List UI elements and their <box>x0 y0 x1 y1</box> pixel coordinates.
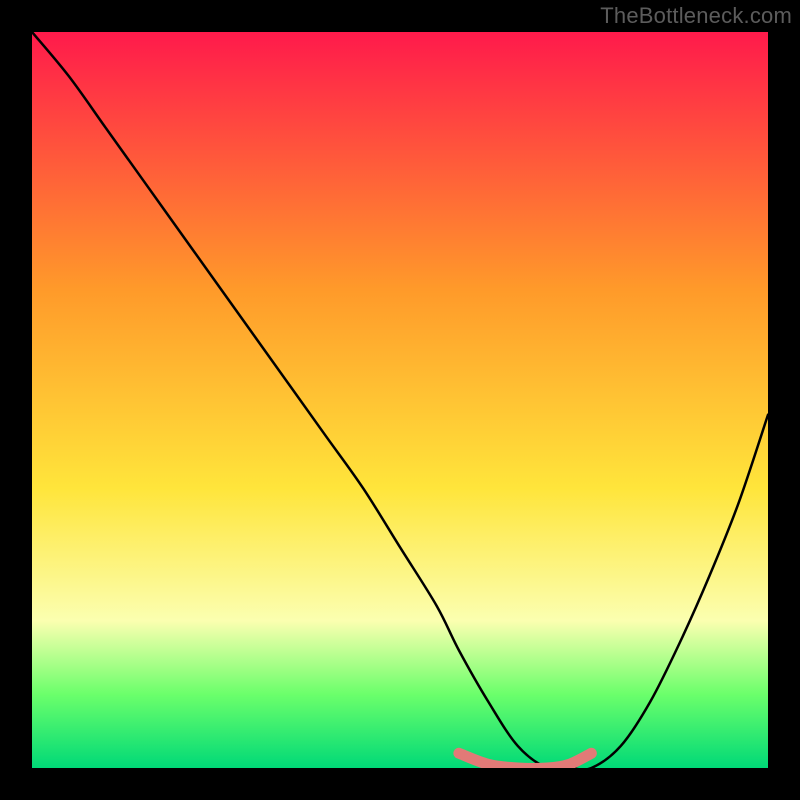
plot-background <box>32 32 768 768</box>
watermark-text: TheBottleneck.com <box>600 3 792 29</box>
bottleneck-chart <box>0 0 800 800</box>
chart-container: { "watermark": "TheBottleneck.com", "col… <box>0 0 800 800</box>
